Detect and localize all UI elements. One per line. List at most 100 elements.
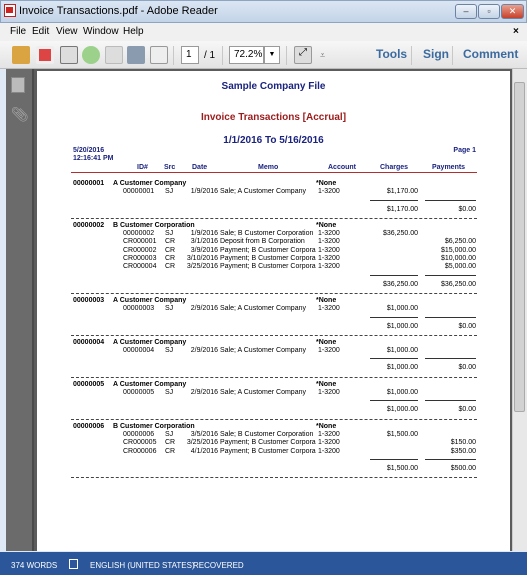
minimize-button[interactable]: – <box>455 4 477 19</box>
pdf-icon <box>4 4 16 17</box>
col-payments: Payments <box>432 164 466 171</box>
customer-name: A Customer Company <box>113 296 187 304</box>
tx-account: 1-3200 <box>318 188 340 196</box>
tx-id: CR000002 <box>123 246 157 254</box>
create-pdf-icon[interactable] <box>12 46 30 64</box>
toolbar-more-icon[interactable]: ⩡ <box>320 50 325 61</box>
tx-date: 3/9/2016 <box>190 246 218 254</box>
table-row: CR000004 CR 3/25/2016 Payment; B Customer C… <box>37 263 510 271</box>
tx-account: 1-3200 <box>318 439 340 447</box>
combine-files-icon[interactable] <box>36 46 54 64</box>
subtotal-payments: $0.00 <box>458 205 476 213</box>
tx-payment: $5,000.00 <box>444 263 476 271</box>
menu-file[interactable]: File <box>10 26 26 37</box>
email-icon[interactable] <box>150 46 168 64</box>
upload-cloud-icon[interactable] <box>82 46 100 64</box>
language[interactable]: ENGLISH (UNITED STATES) <box>90 561 195 570</box>
table-row: CR000002 CR 3/9/2016 Payment; B Customer Co… <box>37 247 510 255</box>
col-src: Src <box>164 164 176 171</box>
customer-group: 00000004 A Customer Company *None 00000004 S… <box>37 339 510 378</box>
tx-account: 1-3200 <box>318 255 340 263</box>
tx-charge: $1,000.00 <box>386 389 418 397</box>
customer-account: *None <box>316 221 337 229</box>
menu-edit[interactable]: Edit <box>32 26 49 37</box>
report-time: 12:16:41 PM <box>73 155 114 162</box>
comment-button[interactable]: Comment <box>463 47 518 61</box>
group-divider <box>71 477 477 479</box>
edit-icon[interactable] <box>60 46 78 64</box>
report-date: 5/20/2016 <box>73 147 105 154</box>
menu-view[interactable]: View <box>56 26 78 37</box>
tools-button[interactable]: Tools <box>376 47 407 61</box>
customer-groups: 00000001 A Customer Company *None 00000001 S… <box>37 180 510 481</box>
group-header: 00000004 A Customer Company *None <box>37 339 510 347</box>
zoom-dropdown-chevron-down-icon[interactable]: ▼ <box>264 46 280 64</box>
tx-src: SJ <box>165 389 174 397</box>
tx-memo: Deposit from B Corporation <box>220 238 305 246</box>
header-rule <box>71 172 477 173</box>
customer-name: A Customer Company <box>113 380 187 388</box>
page-number-input[interactable]: 1 <box>181 46 199 64</box>
proofing-icon[interactable] <box>69 559 78 569</box>
maximize-button[interactable]: ▫ <box>478 4 500 19</box>
separator <box>222 46 223 65</box>
pages-icon[interactable] <box>11 77 25 93</box>
subtotal-payments: $500.00 <box>450 464 476 472</box>
customer-account: *None <box>316 296 337 304</box>
subtotal-rule <box>37 397 510 403</box>
window-title: Invoice Transactions.pdf - Adobe Reader <box>19 5 218 17</box>
fit-width-expand-icon[interactable]: ⤢ <box>294 46 312 64</box>
subtotal-row: $1,000.00 $0.00 <box>37 364 510 372</box>
close-button[interactable]: ✕ <box>501 4 524 19</box>
sign-button[interactable]: Sign <box>423 47 449 61</box>
customer-id: 00000003 <box>73 296 105 304</box>
tx-memo: Payment; B Customer Corpora <box>220 439 316 447</box>
tx-payment: $15,000.00 <box>440 246 476 254</box>
tx-memo: Payment; B Customer Corpora <box>220 447 316 455</box>
print-icon[interactable] <box>127 46 145 64</box>
table-row: 00000001 SJ 1/9/2016 Sale; A Customer Compa… <box>37 188 510 196</box>
subtotal-charges: $1,000.00 <box>386 322 418 330</box>
tx-memo: Sale; A Customer Company <box>220 347 306 355</box>
tx-account: 1-3200 <box>318 238 340 246</box>
tx-charge: $1,500.00 <box>386 430 418 438</box>
save-icon[interactable] <box>105 46 123 64</box>
status-bar <box>0 552 527 575</box>
menu-window[interactable]: Window <box>83 26 119 37</box>
tx-src: CR <box>165 255 176 263</box>
close-document-icon[interactable]: × <box>513 26 519 37</box>
tx-date: 3/10/2016 <box>186 255 218 263</box>
col-memo: Memo <box>258 164 279 171</box>
tx-memo: Payment; B Customer Corpora <box>220 255 316 263</box>
subtotal-row: $1,000.00 $0.00 <box>37 406 510 414</box>
tx-src: CR <box>165 447 176 455</box>
tx-date: 1/9/2016 <box>190 188 218 196</box>
subtotal-rule <box>37 355 510 361</box>
customer-name: A Customer Company <box>113 180 187 187</box>
tx-payment: $150.00 <box>450 439 476 447</box>
customer-group: 00000005 A Customer Company *None 00000005 S… <box>37 381 510 420</box>
zoom-input[interactable]: 72.2% <box>229 46 264 64</box>
table-row: CR000001 CR 3/1/2016 Deposit from B Corpora… <box>37 238 510 246</box>
col-id: ID# <box>137 164 148 171</box>
tx-payment: $350.00 <box>450 447 476 455</box>
tx-account: 1-3200 <box>318 447 340 455</box>
tx-id: 00000004 <box>123 347 155 355</box>
word-count[interactable]: 374 WORDS <box>11 561 57 570</box>
subtotal-charges: $1,000.00 <box>386 364 418 372</box>
tx-account: 1-3200 <box>318 347 340 355</box>
report-title: Invoice Transactions [Accrual] <box>200 112 347 123</box>
group-divider <box>71 376 477 378</box>
menu-help[interactable]: Help <box>123 26 144 37</box>
tx-charge: $1,000.00 <box>386 347 418 355</box>
separator <box>452 46 453 65</box>
tx-memo: Sale; B Customer Corporation <box>220 430 314 438</box>
attachment-paperclip-icon[interactable]: 📎︎ <box>11 106 29 123</box>
tx-src: CR <box>165 439 176 447</box>
customer-id: 00000001 <box>73 180 105 187</box>
scrollbar-thumb[interactable] <box>514 82 525 412</box>
subtotal-rule <box>37 272 510 278</box>
customer-account: *None <box>316 380 337 388</box>
page-label: Page 1 <box>453 147 476 154</box>
tx-account: 1-3200 <box>318 389 340 397</box>
